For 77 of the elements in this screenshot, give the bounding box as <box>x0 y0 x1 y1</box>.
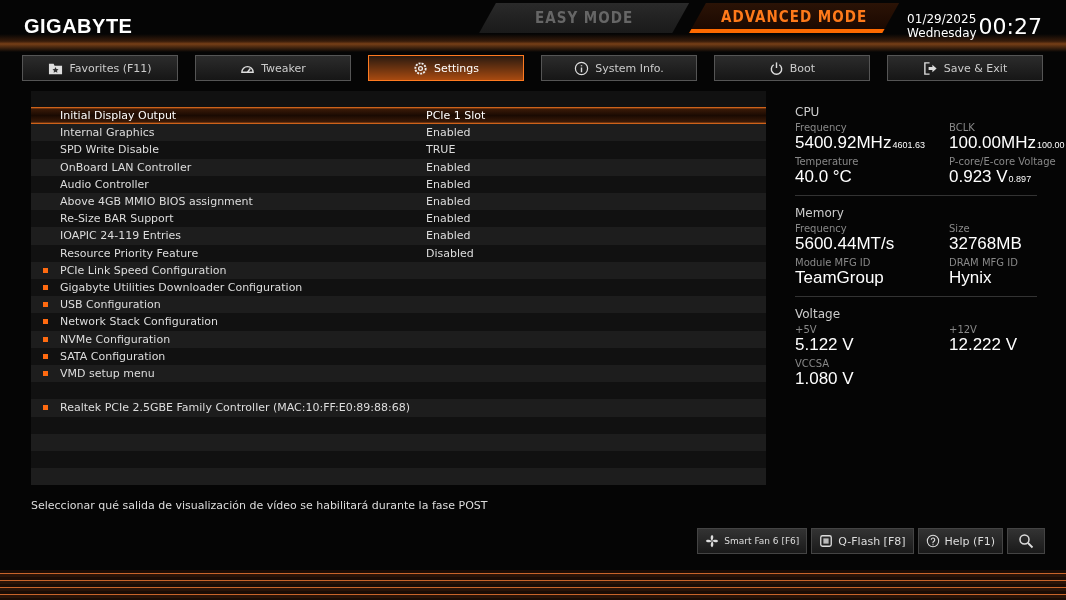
chip-icon <box>819 534 834 548</box>
search-icon <box>1018 533 1034 549</box>
exit-icon <box>922 60 938 76</box>
nav-tab[interactable]: Tweaker <box>195 55 351 81</box>
footer-button[interactable]: Smart Fan 6 [F6] <box>697 528 808 554</box>
reading-label: DRAM MFG ID <box>949 257 1019 268</box>
power-icon <box>768 60 784 76</box>
setting-row[interactable]: Re-Size BAR Support Enabled <box>31 210 766 228</box>
brand-logo: GIGABYTE <box>24 14 133 38</box>
reading-label: +12V <box>949 324 978 335</box>
bullet-icon <box>43 302 48 308</box>
reading-label: Size <box>949 223 971 234</box>
reading-value: 5400.92MHz <box>795 133 892 152</box>
settings-icon <box>412 60 428 76</box>
weekday-text: Wednesday <box>907 26 977 40</box>
reading-value: 100.00MHz <box>949 133 1036 152</box>
nav-tab[interactable]: Boot <box>714 55 870 81</box>
reading-label: Frequency <box>795 223 848 234</box>
setting-row[interactable]: Initial Display Output PCIe 1 Slot <box>31 107 766 125</box>
bullet-icon <box>43 370 48 376</box>
info-icon <box>574 60 590 76</box>
reading-value: Hynix <box>949 268 992 287</box>
bullet-icon <box>43 284 48 290</box>
reading-value: 1.080 V <box>795 369 854 388</box>
setting-row[interactable]: USB Configuration <box>31 296 766 314</box>
bullet-icon <box>43 353 48 359</box>
mode-tab[interactable]: ADVANCED MODE <box>689 3 900 33</box>
setting-row[interactable]: VMD setup menu <box>31 364 766 382</box>
setting-row[interactable]: PCIe Link Speed Configuration <box>31 261 766 279</box>
reading-value: 12.222 V <box>949 335 1018 354</box>
reading-subvalue: 4601.63 <box>892 140 925 150</box>
section-title: Memory <box>795 206 845 220</box>
setting-row[interactable]: SPD Write Disable TRUE <box>31 141 766 159</box>
reading-value: 32768MB <box>949 234 1022 253</box>
reading-value: TeamGroup <box>795 268 884 287</box>
footer-button[interactable]: Q-Flash [F8] <box>811 528 914 554</box>
bullet-icon <box>43 405 48 411</box>
bullet-icon <box>43 336 48 342</box>
help-icon <box>925 534 940 548</box>
reading-subvalue: 100.00 <box>1036 140 1065 150</box>
help-description: Seleccionar qué salida de visualización de vídeo se habilitará durante la fase POST <box>31 499 489 512</box>
setting-row[interactable]: Network Stack Configuration <box>31 313 766 331</box>
setting-row[interactable]: SATA Configuration <box>31 347 766 365</box>
nav-tab[interactable]: Save & Exit <box>887 55 1043 81</box>
reading-label: Temperature <box>795 156 860 167</box>
footer-button[interactable]: Help (F1) <box>917 528 1003 554</box>
reading-label: Module MFG ID <box>795 257 872 268</box>
reading-label: Frequency <box>795 122 848 133</box>
reading-value: 5600.44MT/s <box>795 234 895 253</box>
search-button[interactable] <box>1007 528 1045 554</box>
setting-row[interactable]: Realtek PCIe 2.5GBE Family Controller (MAC:10:FF:E0:89:88:68) <box>31 399 766 417</box>
nav-tab[interactable]: System Info. <box>541 55 697 81</box>
nav-tab[interactable]: Settings <box>368 55 524 81</box>
section-title: Voltage <box>795 307 841 321</box>
setting-row[interactable]: Internal Graphics Enabled <box>31 124 766 142</box>
bullet-icon <box>43 267 48 273</box>
reading-label: BCLK <box>949 122 976 133</box>
reading-label: +5V <box>795 324 818 335</box>
reading-value: 5.122 V <box>795 335 854 354</box>
reading-value: 40.0 °C <box>795 167 852 186</box>
setting-row[interactable]: Gigabyte Utilities Downloader Configuration <box>31 278 766 297</box>
date-text: 01/29/2025 <box>907 12 977 26</box>
reading-value: 0.923 V <box>949 167 1008 186</box>
nav-tab[interactable]: Favorites (F11) <box>22 55 178 81</box>
setting-row[interactable]: IOAPIC 24-119 Entries Enabled <box>31 227 766 245</box>
reading-subvalue: 0.897 <box>1008 174 1032 184</box>
setting-row[interactable]: Audio Controller Enabled <box>31 175 766 193</box>
fan-icon <box>705 534 720 548</box>
setting-row[interactable]: Resource Priority Feature Disabled <box>31 244 766 262</box>
section-title: CPU <box>795 105 821 119</box>
setting-row[interactable]: OnBoard LAN Controller Enabled <box>31 158 766 176</box>
setting-row[interactable]: NVMe Configuration <box>31 330 766 348</box>
bullet-icon <box>43 319 48 325</box>
reading-label: P-core/E-core Voltage <box>949 156 1057 167</box>
clock-time: 00:27 <box>978 13 1042 39</box>
reading-label: VCCSA <box>795 358 831 369</box>
setting-row[interactable]: Above 4GB MMIO BIOS assignment Enabled <box>31 192 766 211</box>
